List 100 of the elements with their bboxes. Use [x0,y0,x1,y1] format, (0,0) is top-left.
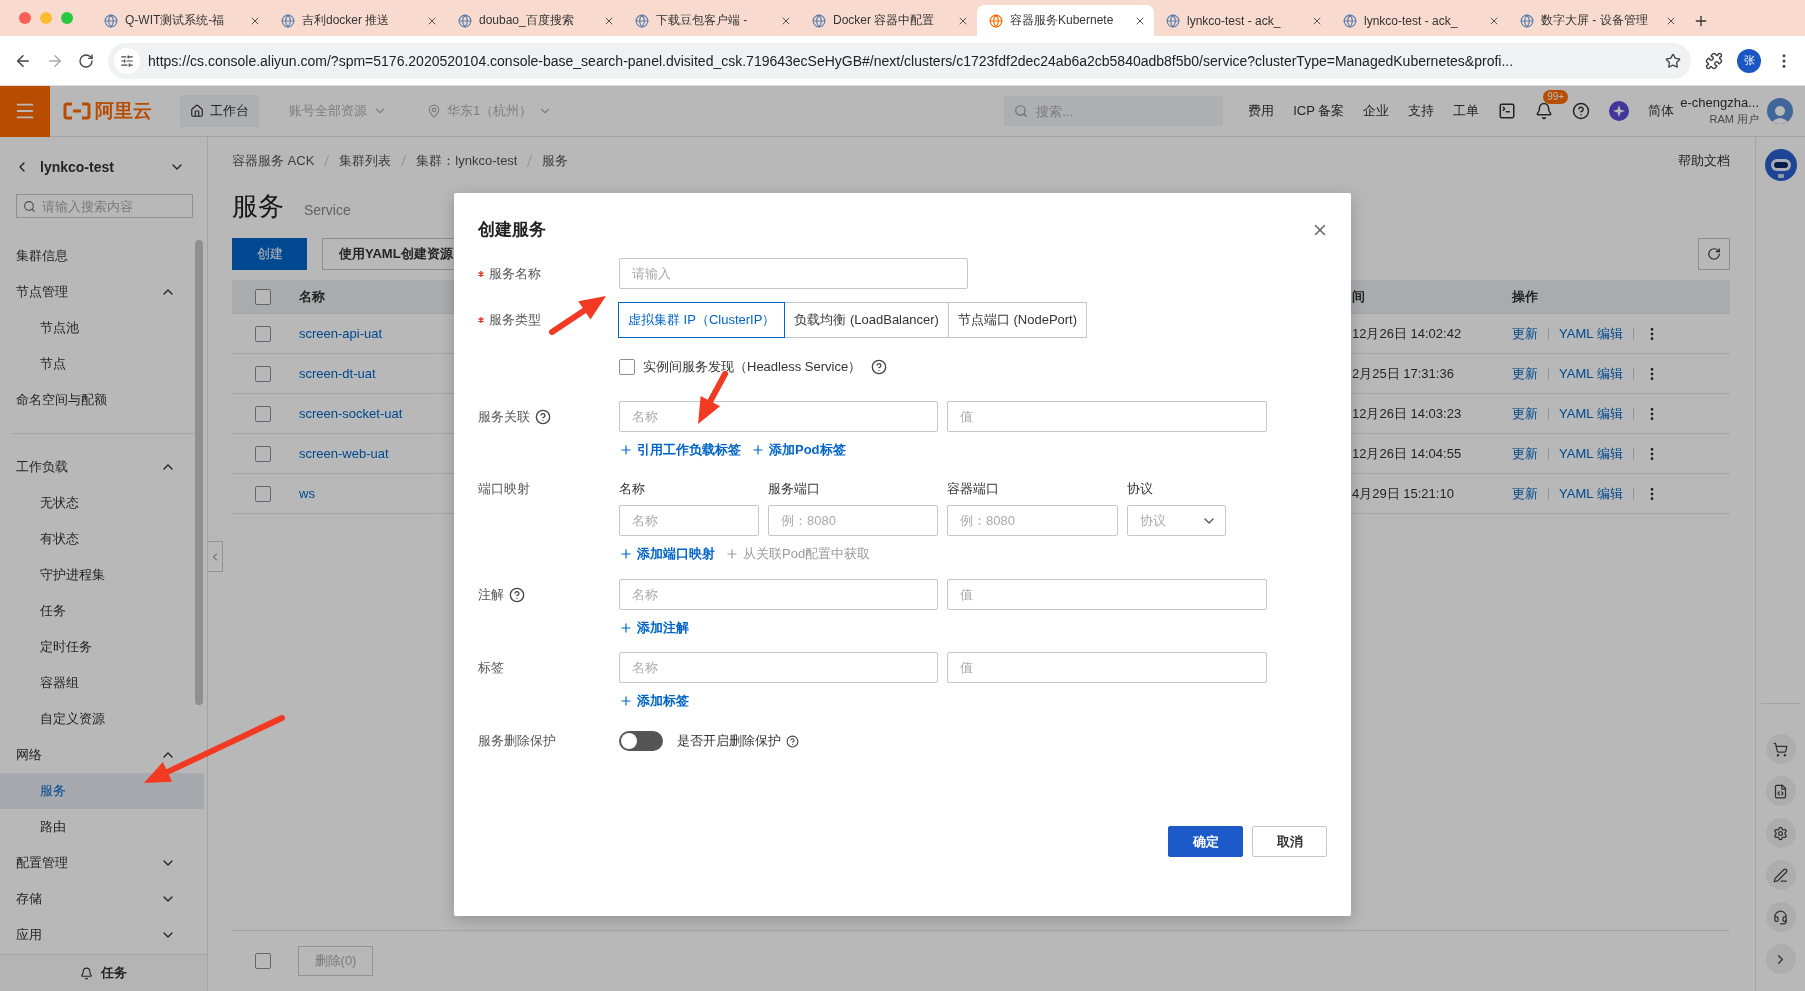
service-name-link[interactable]: screen-socket-uat [299,406,403,421]
robot-icon[interactable] [1763,148,1798,182]
add-link[interactable]: 添加端口映射 [619,545,715,563]
checkbox[interactable] [255,325,271,342]
nav-link[interactable]: 企业 [1363,102,1390,120]
toggle-switch[interactable] [619,731,663,751]
action-link[interactable]: YAML 编辑 [1559,404,1623,423]
help-icon[interactable] [871,359,888,375]
value-field[interactable]: 值 [947,401,1267,432]
browser-tab[interactable]: Q-WIT测试系统-福 [92,5,269,36]
bookmark-star-icon[interactable] [1665,52,1681,69]
language-link[interactable]: 简体 [1648,102,1675,120]
action-link[interactable]: 更新 [1512,364,1538,383]
service-type-option[interactable]: 节点端口 (NodePort) [947,302,1088,338]
browser-tab[interactable]: 下载豆包客户端 - [623,5,800,36]
name-field[interactable]: 名称 [619,401,938,432]
action-link[interactable]: 更新 [1512,484,1538,503]
action-link[interactable]: YAML 编辑 [1559,484,1623,503]
settings-button[interactable] [1765,818,1796,848]
browser-tab[interactable]: 吉利docker 推送 [269,5,446,36]
breadcrumb-link[interactable]: 服务 [542,152,569,170]
service-type-option[interactable]: 负载均衡 (LoadBalancer) [784,302,949,338]
service-type-option[interactable]: 虚拟集群 IP（ClusterIP） [618,302,786,338]
reload-icon[interactable] [78,52,94,69]
action-link[interactable]: YAML 编辑 [1559,364,1623,383]
address-bar[interactable]: https://cs.console.aliyun.com/?spm=5176.2020520104.console-base_search-panel.dvisited_csk.719643ecSeHyGB#/next/clusters/c1723fdf2dec24ab6a2cb5840adb8f5b0/service?clusterType=ManagedKubernetes&profi... [108,42,1691,79]
extensions-icon[interactable] [1705,51,1723,70]
sidebar-item[interactable]: 服务 [0,773,204,809]
site-settings-button[interactable] [114,47,140,74]
browser-tab[interactable]: lynkco-test - ack_ [1331,5,1508,36]
service-name-link[interactable]: ws [299,486,315,501]
cluster-selector[interactable]: lynkco-test [40,159,185,175]
value-field[interactable]: 值 [947,579,1267,610]
nav-link[interactable]: ICP 备案 [1293,102,1345,120]
globe-icon [635,13,649,28]
help-icon[interactable] [535,408,551,425]
nav-link[interactable]: 费用 [1248,102,1275,120]
browser-tab[interactable]: 容器服务Kubernete [977,5,1154,36]
help-icon[interactable] [1572,102,1591,120]
menu-button[interactable] [0,85,50,137]
action-link[interactable]: 更新 [1512,324,1538,343]
port-name-field[interactable]: 名称 [619,505,759,536]
name-field[interactable]: 名称 [619,652,938,683]
service-name-link[interactable]: screen-dt-uat [299,366,376,381]
cancel-button[interactable]: 取消 [1252,826,1327,857]
checkbox[interactable] [255,485,271,502]
sidebar-group[interactable]: 应用 [0,917,204,953]
tasks-button[interactable]: 任务 [0,954,207,991]
add-link[interactable]: 添加标签 [619,692,689,710]
container-port-field[interactable]: 例：8080 [947,505,1118,536]
value-field[interactable]: 值 [947,652,1267,683]
breadcrumb-link[interactable]: 容器服务 ACK [232,152,315,170]
breadcrumb-link[interactable]: 集群列表 [339,152,392,170]
action-link[interactable]: 更新 [1512,404,1538,423]
browser-tab[interactable]: doubao_百度搜索 [446,5,623,36]
cart-button[interactable] [1765,734,1796,764]
add-link[interactable]: 添加Pod标签 [751,441,846,459]
workbench-button[interactable]: 工作台 [180,95,259,127]
checkbox[interactable] [255,288,271,305]
action-link[interactable]: 更新 [1512,444,1538,463]
bell-icon[interactable] [1535,102,1554,120]
service-name-field[interactable]: 请输入 [619,258,968,289]
checkbox[interactable] [255,365,271,382]
user-avatar[interactable] [1767,98,1793,124]
browser-tab[interactable]: lynkco-test - ack_ [1154,5,1331,36]
create-button[interactable]: 创建 [232,238,307,270]
help-icon[interactable] [509,586,525,603]
browser-tab[interactable]: Docker 容器中配置 [800,5,977,36]
help-docs-link[interactable]: 帮助文档 [1678,152,1730,170]
breadcrumb-link[interactable]: 集群：lynkco-test [416,152,518,170]
terminal-icon[interactable] [1498,102,1517,120]
confirm-button[interactable]: 确定 [1168,826,1243,857]
sidebar-group[interactable]: 存储 [0,881,204,917]
add-link[interactable]: 引用工作负载标签 [619,441,741,459]
api-button[interactable] [1765,776,1796,806]
action-link[interactable]: YAML 编辑 [1559,324,1623,343]
action-link[interactable]: YAML 编辑 [1559,444,1623,463]
service-port-field[interactable]: 例：8080 [768,505,938,536]
checkbox[interactable] [255,445,271,462]
checkbox[interactable] [619,359,635,375]
sidebar-item[interactable]: 路由 [0,809,204,845]
user-name[interactable]: e-chengzha... [1680,95,1759,111]
name-field[interactable]: 名称 [619,579,938,610]
nav-link[interactable]: 支持 [1408,102,1435,120]
browser-tab[interactable]: 数字大屏 - 设备管理 [1508,5,1685,36]
help-icon[interactable] [786,734,799,748]
refresh-button[interactable] [1698,238,1730,270]
edit-button[interactable] [1765,860,1796,890]
service-name-link[interactable]: screen-web-uat [299,446,389,461]
annotation-arrow [698,371,728,424]
checkbox[interactable] [255,405,271,422]
nav-link[interactable]: 工单 [1453,102,1480,120]
sidebar-group[interactable]: 配置管理 [0,845,204,881]
service-name-link[interactable]: screen-api-uat [299,326,383,341]
sparkle-icon[interactable] [1609,101,1630,121]
support-button[interactable] [1765,902,1796,932]
profile-avatar[interactable]: 张 [1737,48,1761,73]
add-link[interactable]: 添加注解 [619,619,689,637]
scrollbar-thumb[interactable] [195,240,203,705]
checkbox[interactable] [255,953,271,969]
